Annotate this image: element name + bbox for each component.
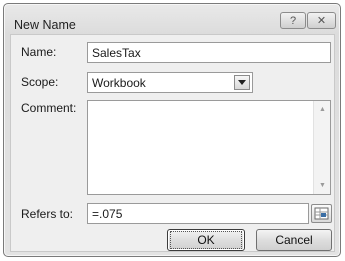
comment-label: Comment: [21,101,77,115]
collapse-dialog-icon [314,207,329,220]
question-mark-icon: ? [289,14,297,27]
comment-scrollbar[interactable]: ▲ ▼ [313,101,330,194]
cancel-button-label: Cancel [275,233,313,247]
scroll-up-arrow-icon[interactable]: ▲ [314,106,331,113]
dialog-title: New Name [14,18,76,32]
cancel-button[interactable]: Cancel [256,229,332,251]
name-input[interactable]: SalesTax [87,42,331,63]
close-button[interactable]: ✕ [307,12,336,29]
chevron-down-icon[interactable] [234,75,250,90]
scroll-down-arrow-icon[interactable]: ▼ [314,182,331,189]
name-label: Name: [21,45,57,59]
ok-button[interactable]: OK [167,229,245,251]
help-button[interactable]: ? [280,12,306,29]
scope-value: Workbook [92,76,146,90]
comment-textarea[interactable]: ▲ ▼ [87,100,331,195]
refers-to-label: Refers to: [21,207,74,221]
scope-select[interactable]: Workbook [87,72,253,93]
collapse-dialog-button[interactable] [311,204,332,223]
refers-to-input[interactable]: =.075 [87,203,309,224]
new-name-dialog: New Name ? ✕ Name: SalesTax Scope: Workb… [3,3,341,257]
close-icon: ✕ [316,15,327,27]
title-bar: New Name ? ✕ [4,4,340,34]
dialog-body: Name: SalesTax Scope: Workbook Comment: … [10,34,335,252]
ok-button-label: OK [170,231,242,249]
scope-label: Scope: [21,75,59,89]
